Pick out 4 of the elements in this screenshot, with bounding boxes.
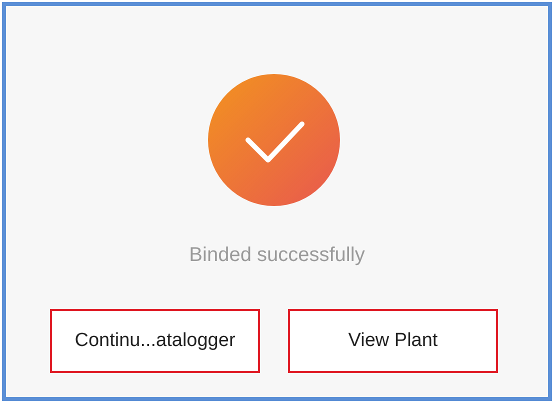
action-button[interactable]: Continu...atalogger (50, 309, 260, 373)
action-button[interactable]: View Plant (288, 309, 498, 373)
status-message: Binded successfully (189, 244, 365, 267)
success-check-icon (208, 74, 340, 206)
